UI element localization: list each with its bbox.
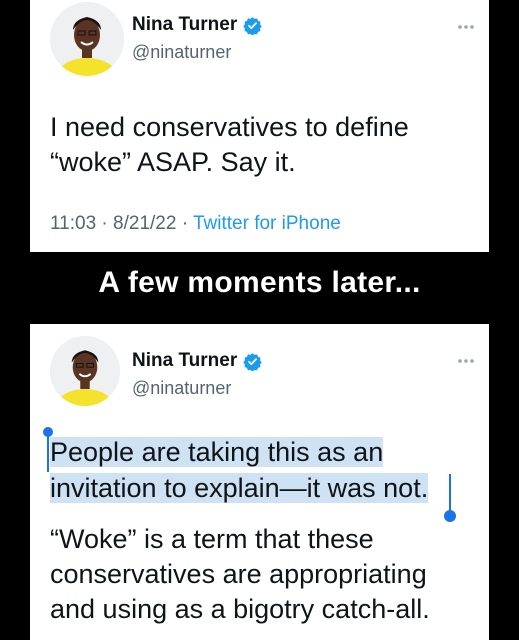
tweet-source[interactable]: Twitter for iPhone	[193, 213, 341, 234]
tweet-text: “Woke” is a term that these conservative…	[50, 524, 430, 624]
tweet-time[interactable]: 11:03	[50, 213, 96, 234]
selected-text-block[interactable]: People are taking this as an invitation …	[50, 434, 474, 506]
user-handle[interactable]: @ninaturner	[132, 42, 231, 63]
verified-badge-icon	[243, 16, 262, 35]
user-handle[interactable]: @ninaturner	[132, 378, 231, 399]
selection-end-handle[interactable]	[444, 474, 456, 522]
tweet-meta: 11:03 · 8/21/22 · Twitter for iPhone	[50, 213, 341, 235]
display-name-label[interactable]: Nina Turner	[132, 14, 237, 36]
display-name[interactable]: Nina Turner	[132, 14, 262, 36]
avatar[interactable]	[50, 336, 120, 406]
selection-start-handle[interactable]	[43, 427, 53, 472]
tweet-date[interactable]: 8/21/22	[113, 213, 176, 234]
display-name[interactable]: Nina Turner	[132, 350, 262, 372]
more-options-icon[interactable]	[457, 358, 475, 364]
selected-text[interactable]: People are taking this as an invitation …	[50, 437, 429, 503]
caption-banner: A few moments later...	[98, 266, 421, 299]
tweet-text: I need conservatives to define “woke” AS…	[50, 112, 409, 177]
display-name-label[interactable]: Nina Turner	[132, 350, 237, 372]
tweet-card-1: Nina Turner @ninaturner I need conservat…	[30, 0, 489, 252]
avatar[interactable]	[50, 2, 124, 76]
tweet-card-2: Nina Turner @ninaturner People are takin…	[30, 324, 489, 640]
more-options-icon[interactable]	[457, 24, 475, 30]
separator: ·	[96, 213, 114, 234]
separator: ·	[176, 213, 193, 234]
verified-badge-icon	[243, 352, 262, 371]
